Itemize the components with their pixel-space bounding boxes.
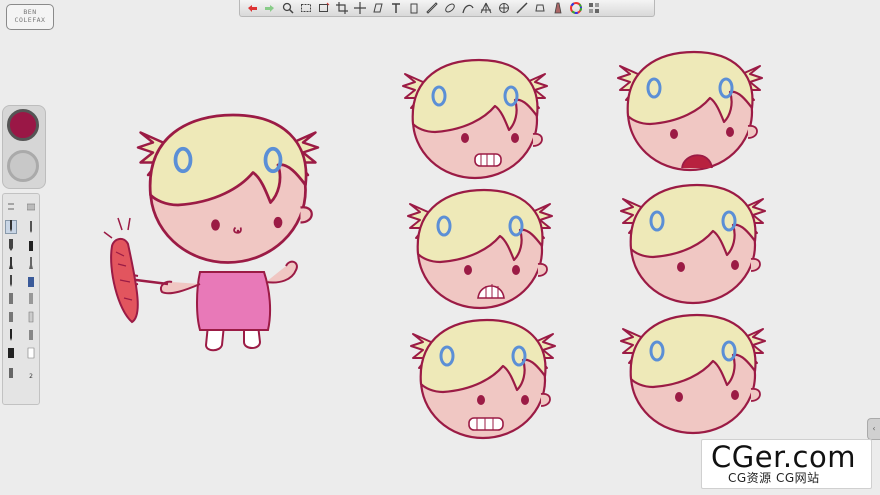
logo-line2: COLEFAX [14,16,46,24]
zoom-icon[interactable] [280,2,295,15]
watermark-sub: CG资源 CG网站 [728,471,820,485]
expression-head-5 [409,318,557,440]
watermark-main: CGer.com [711,440,856,474]
brush-palette: 2 [2,193,40,405]
copic-icon[interactable] [550,2,565,15]
paint-brush-icon[interactable] [5,256,17,270]
redo-icon[interactable] [262,2,277,15]
ruler-icon[interactable] [424,2,439,15]
move-icon[interactable] [352,2,367,15]
text-icon[interactable] [388,2,403,15]
lasso-icon[interactable] [316,2,331,15]
transform-icon[interactable] [370,2,385,15]
full-body-character [103,113,320,352]
panel-toggle-handle[interactable]: ‹ [867,418,880,440]
drawing-canvas[interactable] [0,0,880,495]
expression-head-4 [619,183,767,305]
blur-brush-icon[interactable] [25,292,37,306]
select-icon[interactable] [298,2,313,15]
french-curve-icon[interactable] [460,2,475,15]
expression-head-6 [619,313,767,435]
fine-pen-icon[interactable] [5,274,17,288]
pencil-brush-icon[interactable] [5,220,17,234]
fill-icon[interactable] [532,2,547,15]
brush-badge: 2 [29,373,33,380]
main-toolbar [239,0,655,17]
wide-brush-icon[interactable] [25,274,37,288]
artist-logo: BEN COLEFAX [6,4,54,30]
soft-brush-icon[interactable] [25,310,37,324]
texture-brush-icon[interactable] [25,328,37,342]
secondary-color-swatch[interactable] [7,150,39,182]
logo-line1: BEN [23,8,37,16]
soft-eraser-icon[interactable] [25,346,37,360]
primary-color-swatch[interactable] [7,109,39,141]
color-wheel-icon[interactable] [568,2,583,15]
layers-icon[interactable] [406,2,421,15]
crop-icon[interactable] [334,2,349,15]
marker-brush-icon[interactable] [5,238,17,252]
custom-brush-icon[interactable]: 2 [25,366,37,380]
symmetry-icon[interactable] [496,2,511,15]
blender-brush-icon[interactable] [5,310,17,324]
expression-head-3 [406,188,554,310]
watermark: CGer.com CG资源 CG网站 [701,439,872,489]
ballpoint-brush-icon[interactable] [25,220,37,234]
chisel-brush-icon[interactable] [25,238,37,252]
smudge-brush-icon[interactable] [5,292,17,306]
airbrush-icon[interactable] [25,256,37,270]
splatter-brush-icon[interactable] [5,366,17,380]
hard-eraser-icon[interactable] [5,346,17,360]
stroke-icon[interactable] [514,2,529,15]
undo-icon[interactable] [244,2,259,15]
ink-brush-icon[interactable] [5,328,17,342]
perspective-icon[interactable] [478,2,493,15]
ellipse-icon[interactable] [442,2,457,15]
swatches-icon[interactable] [586,2,601,15]
brush-settings-icon[interactable] [5,200,17,214]
expression-head-1 [401,58,549,180]
color-puck[interactable] [2,105,46,189]
brush-library-icon[interactable] [25,200,37,214]
expression-head-2 [616,50,764,172]
